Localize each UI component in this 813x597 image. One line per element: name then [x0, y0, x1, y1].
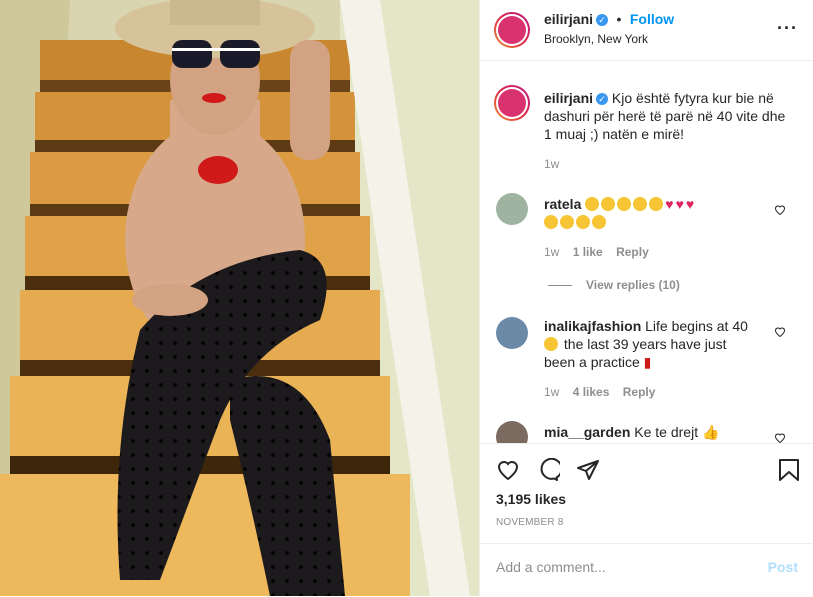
comments-list[interactable]: eilirjani ✓ Kjo është fytyra kur bie në d… — [480, 61, 813, 443]
post-comment-button[interactable]: Post — [768, 559, 798, 575]
post-location[interactable]: Brooklyn, New York — [544, 32, 648, 46]
like-comment-heart-icon[interactable] — [774, 325, 786, 338]
caption-avatar[interactable] — [494, 85, 530, 121]
post-header: eilirjani ✓ • Follow Brooklyn, New York ·… — [480, 0, 813, 61]
comment-username[interactable]: inalikajfashion — [544, 318, 641, 334]
view-replies-button[interactable]: View replies (10) — [586, 278, 680, 292]
comment-bubble-icon[interactable] — [536, 457, 563, 487]
post-photo[interactable] — [0, 0, 479, 596]
tongue-emoji-icon — [544, 337, 558, 351]
verified-icon: ✓ — [596, 13, 609, 26]
comment-likes[interactable]: 4 likes — [573, 385, 610, 399]
post-image — [0, 0, 479, 596]
post-actions: 3,195 likes NOVEMBER 8 — [480, 443, 813, 544]
comment-time[interactable]: 1w — [544, 245, 559, 259]
caption-text-block: eilirjani ✓ Kjo është fytyra kur bie në d… — [544, 89, 794, 143]
reply-button[interactable]: Reply — [616, 245, 649, 259]
likes-count[interactable]: 3,195 likes — [496, 491, 566, 507]
caption-time[interactable]: 1w — [544, 157, 559, 171]
comment-likes[interactable]: 1 like — [573, 245, 603, 259]
author-avatar[interactable] — [494, 12, 530, 48]
add-comment-bar: Add a comment... Post — [480, 543, 813, 597]
comment-text-block: ratela ♥ ♥ ♥ — [544, 195, 754, 231]
verified-icon: ✓ — [596, 93, 609, 106]
comment-username[interactable]: ratela — [544, 196, 581, 212]
follow-button[interactable]: Follow — [630, 11, 674, 27]
lipstick-emoji-icon: ▮ — [643, 354, 652, 370]
thumbs-up-emoji-icon: 👍 — [701, 424, 720, 440]
more-icon[interactable]: ··· — [777, 18, 798, 39]
replies-divider — [548, 285, 572, 286]
comment-username[interactable]: mia__garden — [544, 424, 630, 440]
caption-username[interactable]: eilirjani — [544, 90, 593, 106]
add-comment-input[interactable]: Add a comment... — [496, 559, 606, 575]
reply-button[interactable]: Reply — [623, 385, 656, 399]
like-heart-icon[interactable] — [496, 458, 520, 487]
share-paper-plane-icon[interactable] — [576, 458, 600, 487]
comment-text: Ke te drejt — [634, 424, 699, 440]
like-comment-heart-icon[interactable] — [774, 203, 786, 216]
like-comment-heart-icon[interactable] — [774, 431, 786, 443]
comment-text-block: mia__garden Ke te drejt 👍 — [544, 423, 754, 441]
author-username[interactable]: eilirjani — [544, 11, 593, 27]
comment-avatar[interactable] — [496, 421, 528, 443]
comment-text-block: inalikajfashion Life begins at 40 the la… — [544, 317, 754, 371]
comment-avatar[interactable] — [496, 193, 528, 225]
comment-text: Life begins at 40 — [645, 318, 748, 334]
post-panel: eilirjani ✓ • Follow Brooklyn, New York ·… — [479, 0, 813, 596]
save-bookmark-icon[interactable] — [778, 458, 800, 487]
post-date[interactable]: NOVEMBER 8 — [496, 517, 564, 528]
comment-text: the last 39 years have just been a pract… — [544, 336, 727, 370]
comment-avatar[interactable] — [496, 317, 528, 349]
comment-time[interactable]: 1w — [544, 385, 559, 399]
